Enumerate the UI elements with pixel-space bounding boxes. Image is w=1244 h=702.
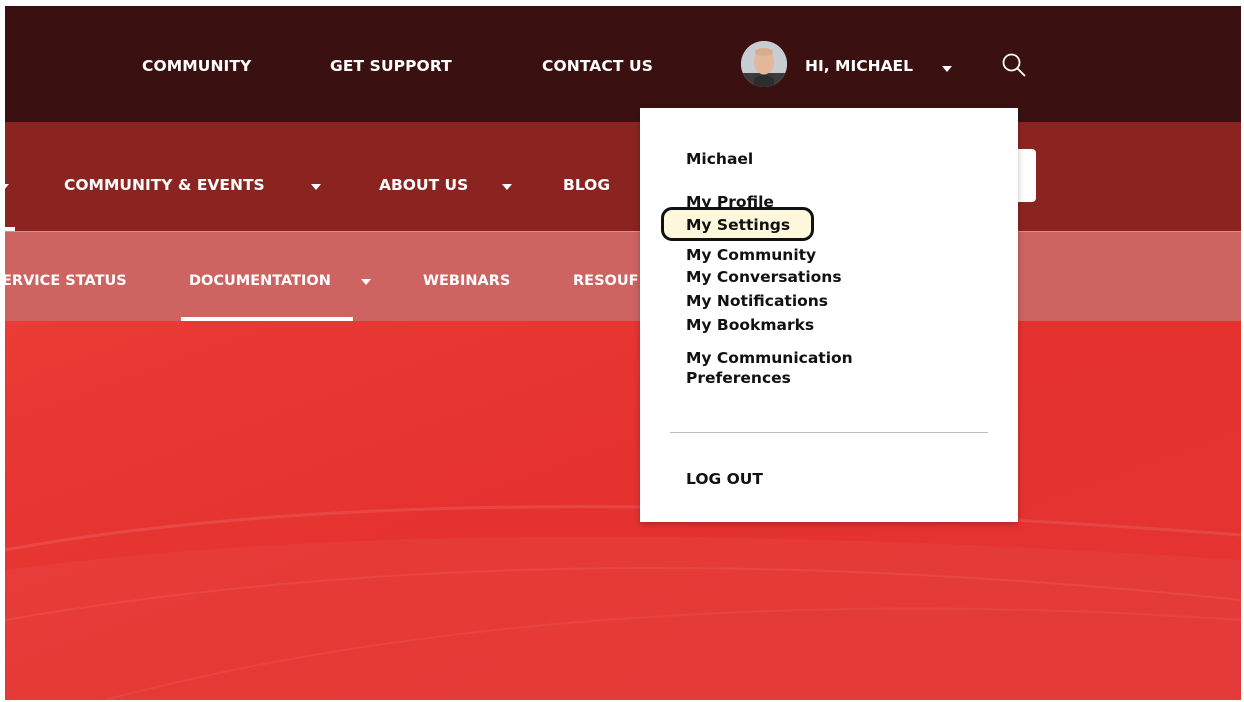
hero-swoosh: [5, 505, 1241, 700]
nav-community-events[interactable]: COMMUNITY & EVENTS: [64, 176, 265, 194]
chevron-down-icon[interactable]: [361, 279, 371, 285]
active-tab-underline: [181, 317, 353, 321]
sub-navigation: ERVICE STATUS DOCUMENTATION WEBINARS RES…: [5, 231, 1241, 321]
user-greeting[interactable]: HI, MICHAEL: [805, 57, 913, 75]
top-link-get-support[interactable]: GET SUPPORT: [330, 57, 452, 75]
search-icon[interactable]: [1001, 52, 1027, 78]
subnav-service-status[interactable]: ERVICE STATUS: [5, 273, 127, 289]
chevron-down-icon[interactable]: [502, 184, 512, 190]
chevron-down-icon[interactable]: [5, 184, 9, 190]
top-link-contact-us[interactable]: CONTACT US: [542, 57, 653, 75]
menu-item-my-community[interactable]: My Community: [686, 246, 816, 264]
main-navigation: COMMUNITY & EVENTS ABOUT US BLOG: [5, 122, 1241, 231]
menu-item-my-bookmarks[interactable]: My Bookmarks: [686, 316, 814, 334]
logout-button[interactable]: LOG OUT: [686, 470, 763, 488]
menu-item-my-settings[interactable]: My Settings: [686, 216, 790, 234]
subnav-resources[interactable]: RESOUF: [573, 273, 639, 289]
dropdown-user-name: Michael: [686, 150, 754, 168]
top-link-community[interactable]: COMMUNITY: [142, 57, 251, 75]
chevron-down-icon[interactable]: [942, 66, 952, 72]
nav-about-us[interactable]: ABOUT US: [379, 176, 468, 194]
hero-banner: [5, 320, 1241, 700]
menu-item-my-notifications[interactable]: My Notifications: [686, 292, 828, 310]
user-dropdown-menu: Michael My Profile My Settings My Commun…: [640, 108, 1018, 522]
avatar[interactable]: [741, 41, 787, 87]
avatar-image: [741, 41, 787, 87]
subnav-documentation[interactable]: DOCUMENTATION: [189, 273, 331, 289]
top-utility-bar: COMMUNITY GET SUPPORT CONTACT US HI, MIC…: [5, 6, 1241, 122]
nav-blog[interactable]: BLOG: [563, 176, 610, 194]
menu-item-my-conversations[interactable]: My Conversations: [686, 268, 842, 286]
page: COMMUNITY GET SUPPORT CONTACT US HI, MIC…: [5, 6, 1241, 700]
chevron-down-icon[interactable]: [311, 184, 321, 190]
menu-divider: [670, 432, 988, 433]
menu-item-my-communication-preferences[interactable]: My Communication Preferences: [686, 348, 916, 388]
subnav-webinars[interactable]: WEBINARS: [423, 273, 510, 289]
